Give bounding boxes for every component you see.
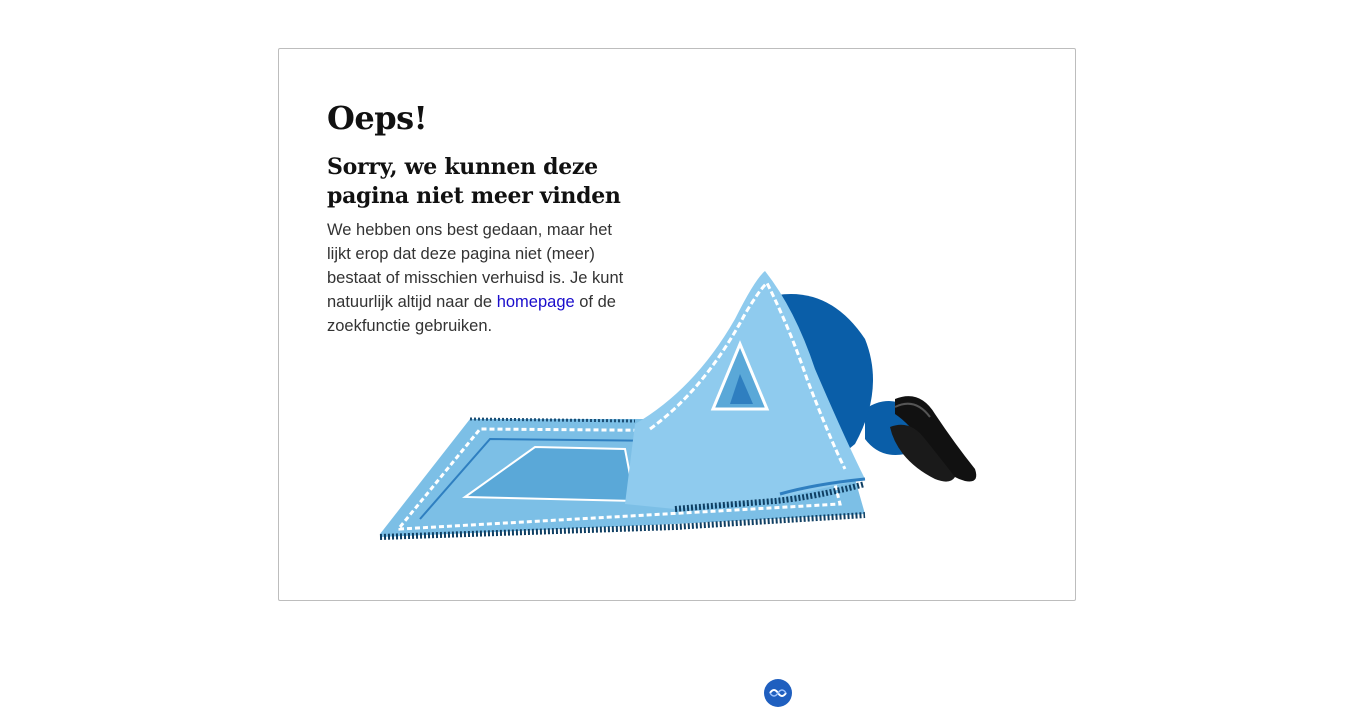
error-subtitle: Sorry, we kunnen deze pagina niet meer v…: [327, 154, 621, 209]
character-legs: [865, 396, 977, 482]
hidden-under-rug-illustration: [379, 271, 977, 540]
brand-logo-icon[interactable]: [764, 679, 792, 707]
page-title: Oeps!: [327, 99, 428, 137]
error-card: Oeps! Sorry, we kunnen deze pagina niet …: [278, 48, 1076, 601]
